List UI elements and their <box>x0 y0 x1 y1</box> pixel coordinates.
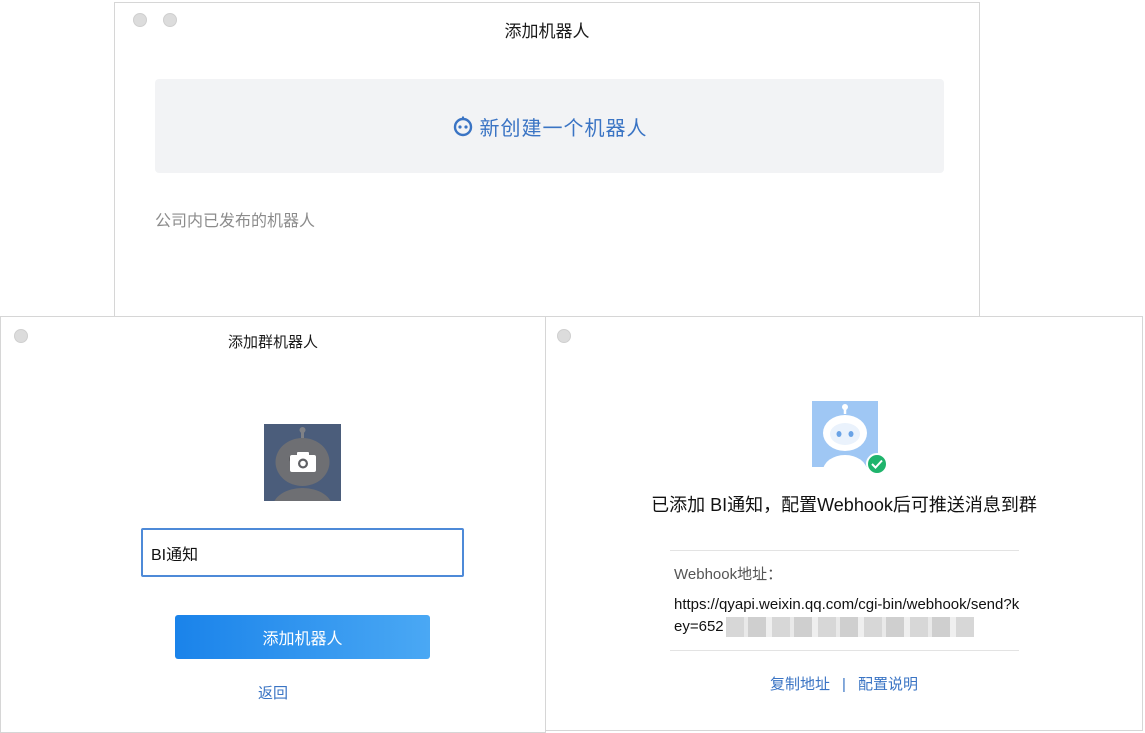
create-robot-label: 新创建一个机器人 <box>479 117 648 140</box>
divider-bottom <box>670 650 1019 651</box>
webhook-url: https://qyapi.weixin.qq.com/cgi-bin/webh… <box>674 594 1024 638</box>
robot-added-window: 已添加 BI通知，配置Webhook后可推送消息到群 Webhook地址： ht… <box>545 316 1143 731</box>
copy-address-link[interactable]: 复制地址 <box>770 676 830 693</box>
divider-top <box>670 550 1019 551</box>
window-title: 添加机器人 <box>504 22 590 41</box>
published-robots-heading: 公司内已发布的机器人 <box>155 213 316 230</box>
add-robot-window: 添加机器人 新创建一个机器人 公司内已发布的机器人 <box>114 2 980 322</box>
check-icon <box>871 459 883 469</box>
robot-added-message: 已添加 BI通知，配置Webhook后可推送消息到群 <box>651 495 1037 515</box>
window-close-dot[interactable] <box>557 329 571 343</box>
robot-avatar-upload[interactable] <box>264 424 341 501</box>
add-robot-button[interactable]: 添加机器人 <box>175 615 430 659</box>
webhook-key-mask <box>725 617 974 638</box>
window-title: 添加群机器人 <box>227 334 318 351</box>
link-separator: | <box>842 676 846 693</box>
back-link[interactable]: 返回 <box>1 682 545 703</box>
config-help-link[interactable]: 配置说明 <box>858 676 918 693</box>
webhook-address-label: Webhook地址： <box>674 566 783 583</box>
webhook-actions: 复制地址 | 配置说明 <box>546 673 1142 694</box>
add-group-robot-window: 添加群机器人 添加机器人 返回 <box>0 316 546 733</box>
create-robot-card[interactable]: 新创建一个机器人 <box>155 79 944 173</box>
robot-name-input[interactable] <box>141 528 464 577</box>
success-check-badge <box>866 453 888 475</box>
robot-icon <box>453 116 472 137</box>
camera-icon <box>290 452 316 472</box>
